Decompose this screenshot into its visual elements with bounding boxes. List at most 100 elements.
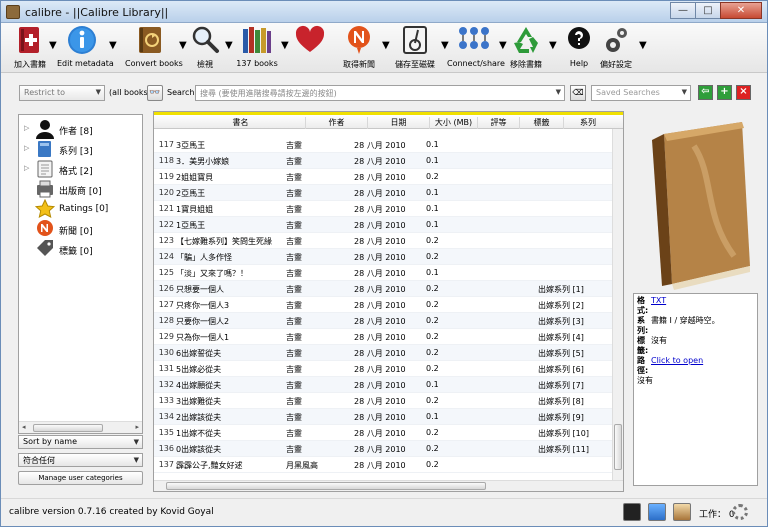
table-row[interactable]: 120 2亞馬王 吉靈 28 八月 2010 0.1 (154, 185, 612, 201)
restrict-to-dropdown[interactable]: Restrict to ▼ (19, 85, 105, 101)
cell-date: 28 八月 2010 (354, 317, 406, 326)
table-row[interactable]: 123 【七嫁難系列】笑問生死緣 吉靈 28 八月 2010 0.2 (154, 233, 612, 249)
minimize-button[interactable]: — (670, 2, 696, 19)
table-row[interactable]: 118 3．美男小嫁娘 吉靈 28 八月 2010 0.1 (154, 153, 612, 169)
book-cover-image[interactable] (634, 116, 758, 291)
search-input[interactable]: 搜尋 (要使用進階搜尋請按左邊的按鈕) ▼ (195, 85, 565, 101)
preferences-button[interactable]: 偏好設定 (600, 25, 632, 71)
book-details-toggle-button[interactable] (673, 503, 691, 521)
table-row[interactable]: 136 0出嫁該從夫 吉靈 28 八月 2010 0.2 出嫁系列 [11] (154, 441, 612, 457)
book-list-vertical-scrollbar[interactable] (612, 129, 623, 482)
book-list-horizontal-scrollbar[interactable] (154, 480, 623, 491)
preferences-dropdown-icon[interactable]: ▼ (639, 40, 647, 86)
saved-searches-dropdown[interactable]: Saved Searches ▼ (591, 85, 691, 101)
cell-title: 「騙」人多作怪 (176, 253, 232, 262)
detail-format-link[interactable]: TXT (651, 296, 666, 316)
cell-size: 0.2 (426, 172, 439, 181)
edit-metadata-button[interactable]: Edit metadata (57, 25, 114, 71)
binoculars-icon: 👓 (149, 88, 161, 98)
detail-path-link[interactable]: Click to open (651, 356, 703, 376)
table-row[interactable]: 127 只疼你一個人3 吉靈 28 八月 2010 0.2 出嫁系列 [2] (154, 297, 612, 313)
connect-share-button[interactable]: Connect/share (447, 25, 505, 71)
edit-metadata-dropdown-icon[interactable]: ▼ (109, 40, 117, 86)
match-mode-dropdown[interactable]: 符合任何 ▼ (18, 453, 143, 467)
expand-arrow-icon[interactable]: ▷ (24, 144, 29, 152)
help-button[interactable]: Help (567, 25, 591, 71)
scrollbar-thumb[interactable] (166, 482, 486, 490)
expand-arrow-icon[interactable]: ▷ (24, 124, 29, 132)
donate-button[interactable] (295, 25, 325, 71)
add-books-button[interactable]: 加入書籍 (14, 25, 46, 71)
scrollbar-thumb[interactable] (33, 424, 103, 432)
cell-author: 吉靈 (286, 173, 302, 182)
table-row[interactable]: 133 3出嫁難從夫 吉靈 28 八月 2010 0.2 出嫁系列 [8] (154, 393, 612, 409)
column-header-author[interactable]: 作者 (306, 117, 368, 129)
sort-by-dropdown[interactable]: Sort by name ▼ (18, 435, 143, 449)
fetch-news-button[interactable]: 取得新聞 (343, 25, 375, 71)
row-number: 132 (158, 380, 174, 389)
convert-books-button[interactable]: Convert books (125, 25, 183, 71)
tag-browser-item-formats[interactable]: ▷ 格式 [2] (19, 159, 142, 179)
expand-arrow-icon[interactable]: ▷ (24, 164, 29, 172)
manage-user-categories-button[interactable]: Manage user categories (18, 471, 143, 485)
library-button[interactable]: 137 books (236, 25, 278, 71)
table-row[interactable]: 124 「騙」人多作怪 吉靈 28 八月 2010 0.2 (154, 249, 612, 265)
tag-browser-horizontal-scrollbar[interactable]: ◂ ▸ (19, 421, 142, 433)
table-row[interactable]: 128 只要你一個人2 吉靈 28 八月 2010 0.2 出嫁系列 [3] (154, 313, 612, 329)
table-row[interactable]: 119 2姐姐寶貝 吉靈 28 八月 2010 0.2 (154, 169, 612, 185)
table-row[interactable]: 137 霹霹公子,豔女好逑 月黑風高 28 八月 2010 0.2 (154, 457, 612, 473)
column-header-date[interactable]: 日期 (368, 117, 430, 129)
tag-browser-item-tags[interactable]: 標籤 [0] (19, 239, 142, 259)
all-books-label: (all books) (109, 88, 151, 97)
status-text: calibre version 0.7.16 created by Kovid … (9, 507, 214, 517)
table-row[interactable]: 130 6出嫁誓從夫 吉靈 28 八月 2010 0.2 出嫁系列 [5] (154, 345, 612, 361)
table-row[interactable]: 129 只為你一個人1 吉靈 28 八月 2010 0.2 出嫁系列 [4] (154, 329, 612, 345)
advanced-search-button[interactable]: 👓 (147, 85, 163, 101)
column-header-tags[interactable]: 標籤 (520, 117, 564, 129)
column-header-series[interactable]: 系列 (564, 117, 612, 129)
table-row[interactable]: 135 1出嫁不從夫 吉靈 28 八月 2010 0.2 出嫁系列 [10] (154, 425, 612, 441)
cover-grid-button[interactable] (623, 503, 641, 521)
tag-browser-toggle-button[interactable] (648, 503, 666, 521)
tag-browser-label: 出版商 [0] (59, 187, 102, 197)
delete-search-button[interactable]: × (736, 85, 751, 100)
clear-search-button[interactable]: ⌫ (570, 85, 586, 101)
chevron-down-icon: ▼ (95, 88, 101, 96)
tag-browser-item-authors[interactable]: ▷ 作者 [8] (19, 119, 142, 139)
table-row[interactable]: 122 1亞馬王 吉靈 28 八月 2010 0.1 (154, 217, 612, 233)
table-row[interactable]: 125 「淡」又來了嗎？！ 吉靈 28 八月 2010 0.1 (154, 265, 612, 281)
save-search-button[interactable]: ⇦ (698, 85, 713, 100)
column-header-rating[interactable]: 評等 (478, 117, 520, 129)
tag-browser-item-news[interactable]: 新聞 [0] (19, 219, 142, 239)
maximize-button[interactable]: □ (695, 2, 721, 19)
scroll-right-icon[interactable]: ▸ (135, 423, 139, 431)
add-books-dropdown-icon[interactable]: ▼ (49, 40, 57, 86)
cell-title: 2亞馬王 (176, 189, 206, 198)
column-header-size[interactable]: 大小 (MB) (430, 117, 478, 129)
tag-browser-item-publishers[interactable]: 出版商 [0] (19, 179, 142, 199)
view-button[interactable]: 檢視 (190, 25, 220, 71)
close-button[interactable]: ✕ (720, 2, 762, 19)
scrollbar-thumb[interactable] (614, 424, 622, 470)
cell-size: 0.1 (426, 268, 439, 277)
edit-metadata-label: Edit metadata (57, 59, 114, 68)
scroll-left-icon[interactable]: ◂ (22, 423, 26, 431)
table-row[interactable]: 134 2出嫁該從夫 吉靈 28 八月 2010 0.1 出嫁系列 [9] (154, 409, 612, 425)
tag-browser-item-ratings[interactable]: Ratings [0] (19, 199, 142, 219)
jobs-count[interactable]: 工作： 0 (699, 507, 735, 520)
table-row[interactable]: 126 只想要一個人 吉靈 28 八月 2010 0.2 出嫁系列 [1] (154, 281, 612, 297)
saved-searches-value: Saved Searches (596, 88, 660, 97)
column-header-title[interactable]: 書名 (176, 117, 306, 129)
fetch-news-dropdown-icon[interactable]: ▼ (382, 40, 390, 86)
tag-browser-item-series[interactable]: ▷ 系列 [3] (19, 139, 142, 159)
table-row[interactable]: 117 3亞馬王 吉靈 28 八月 2010 0.1 (154, 137, 612, 153)
table-row[interactable]: 132 4出嫁願從夫 吉靈 28 八月 2010 0.1 出嫁系列 [7] (154, 377, 612, 393)
book-details-panel: 格式: TXT 系列: 書籍 I / 穿越時空。 標籤: 沒有 路徑: Clic… (633, 293, 758, 486)
save-to-disk-button[interactable]: 儲存至磁碟 (395, 25, 435, 71)
remove-books-button[interactable]: 移除書籍 (510, 25, 542, 71)
library-dropdown-icon[interactable]: ▼ (281, 40, 289, 86)
add-search-button[interactable]: + (717, 85, 732, 100)
table-row[interactable]: 131 5出嫁必從夫 吉靈 28 八月 2010 0.2 出嫁系列 [6] (154, 361, 612, 377)
table-row[interactable]: 121 1寶貝姐姐 吉靈 28 八月 2010 0.1 (154, 201, 612, 217)
remove-books-dropdown-icon[interactable]: ▼ (549, 40, 557, 86)
